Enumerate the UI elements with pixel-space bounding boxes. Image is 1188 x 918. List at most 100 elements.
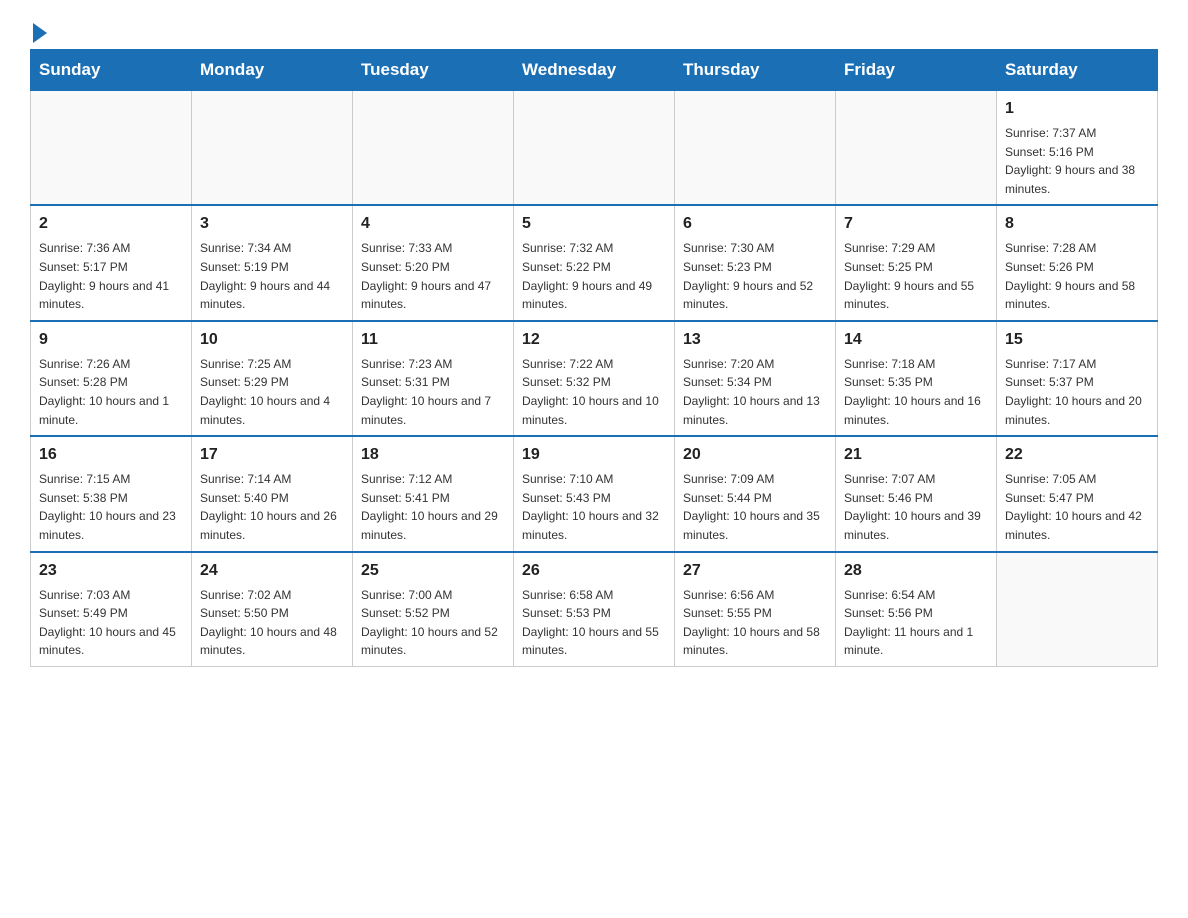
calendar-cell: 7 Sunrise: 7:29 AM Sunset: 5:25 PM Daylig… (836, 205, 997, 320)
day-number: 21 (844, 443, 988, 467)
day-info: Sunrise: 7:02 AM Sunset: 5:50 PM Dayligh… (200, 586, 344, 660)
calendar-cell: 8 Sunrise: 7:28 AM Sunset: 5:26 PM Daylig… (997, 205, 1158, 320)
calendar-cell: 17 Sunrise: 7:14 AM Sunset: 5:40 PM Dayli… (192, 436, 353, 551)
day-number: 3 (200, 212, 344, 236)
calendar-header-monday: Monday (192, 50, 353, 91)
day-info: Sunrise: 7:10 AM Sunset: 5:43 PM Dayligh… (522, 470, 666, 544)
calendar-cell: 24 Sunrise: 7:02 AM Sunset: 5:50 PM Dayli… (192, 552, 353, 667)
calendar-cell: 15Sunrise: 7:17 AM Sunset: 5:37 PM Dayli… (997, 321, 1158, 436)
day-info: Sunrise: 7:26 AM Sunset: 5:28 PM Dayligh… (39, 355, 183, 429)
logo-arrow-icon (33, 23, 47, 43)
calendar-cell: 27 Sunrise: 6:56 AM Sunset: 5:55 PM Dayli… (675, 552, 836, 667)
calendar-cell: 6Sunrise: 7:30 AM Sunset: 5:23 PM Daylig… (675, 205, 836, 320)
calendar-table: SundayMondayTuesdayWednesdayThursdayFrid… (30, 49, 1158, 667)
calendar-cell: 25 Sunrise: 7:00 AM Sunset: 5:52 PM Dayli… (353, 552, 514, 667)
calendar-header-wednesday: Wednesday (514, 50, 675, 91)
calendar-cell: 10Sunrise: 7:25 AM Sunset: 5:29 PM Dayli… (192, 321, 353, 436)
calendar-cell: 21 Sunrise: 7:07 AM Sunset: 5:46 PM Dayli… (836, 436, 997, 551)
day-number: 7 (844, 212, 988, 236)
day-info: Sunrise: 7:36 AM Sunset: 5:17 PM Dayligh… (39, 239, 183, 313)
day-number: 19 (522, 443, 666, 467)
day-number: 17 (200, 443, 344, 467)
calendar-cell: 14 Sunrise: 7:18 AM Sunset: 5:35 PM Dayli… (836, 321, 997, 436)
calendar-cell: 9 Sunrise: 7:26 AM Sunset: 5:28 PM Daylig… (31, 321, 192, 436)
calendar-cell: 28 Sunrise: 6:54 AM Sunset: 5:56 PM Dayli… (836, 552, 997, 667)
calendar-cell: 18 Sunrise: 7:12 AM Sunset: 5:41 PM Dayli… (353, 436, 514, 551)
day-number: 25 (361, 559, 505, 583)
day-info: Sunrise: 6:58 AM Sunset: 5:53 PM Dayligh… (522, 586, 666, 660)
calendar-week-row: 16 Sunrise: 7:15 AM Sunset: 5:38 PM Dayli… (31, 436, 1158, 551)
calendar-cell (192, 91, 353, 206)
day-number: 27 (683, 559, 827, 583)
day-info: Sunrise: 7:37 AM Sunset: 5:16 PM Dayligh… (1005, 124, 1149, 198)
header (30, 20, 1158, 39)
calendar-cell (836, 91, 997, 206)
day-number: 23 (39, 559, 183, 583)
day-number: 26 (522, 559, 666, 583)
day-number: 2 (39, 212, 183, 236)
day-info: Sunrise: 7:23 AM Sunset: 5:31 PM Dayligh… (361, 355, 505, 429)
calendar-cell (997, 552, 1158, 667)
day-info: Sunrise: 7:18 AM Sunset: 5:35 PM Dayligh… (844, 355, 988, 429)
calendar-header-saturday: Saturday (997, 50, 1158, 91)
day-info: Sunrise: 7:20 AM Sunset: 5:34 PM Dayligh… (683, 355, 827, 429)
day-info: Sunrise: 7:33 AM Sunset: 5:20 PM Dayligh… (361, 239, 505, 313)
day-number: 14 (844, 328, 988, 352)
calendar-cell: 4 Sunrise: 7:33 AM Sunset: 5:20 PM Daylig… (353, 205, 514, 320)
day-number: 16 (39, 443, 183, 467)
day-info: Sunrise: 7:15 AM Sunset: 5:38 PM Dayligh… (39, 470, 183, 544)
calendar-cell: 16 Sunrise: 7:15 AM Sunset: 5:38 PM Dayli… (31, 436, 192, 551)
day-info: Sunrise: 7:29 AM Sunset: 5:25 PM Dayligh… (844, 239, 988, 313)
calendar-header-sunday: Sunday (31, 50, 192, 91)
day-info: Sunrise: 7:34 AM Sunset: 5:19 PM Dayligh… (200, 239, 344, 313)
calendar-week-row: 1 Sunrise: 7:37 AM Sunset: 5:16 PM Daylig… (31, 91, 1158, 206)
calendar-week-row: 23 Sunrise: 7:03 AM Sunset: 5:49 PM Dayli… (31, 552, 1158, 667)
calendar-cell (31, 91, 192, 206)
calendar-header-row: SundayMondayTuesdayWednesdayThursdayFrid… (31, 50, 1158, 91)
day-number: 11 (361, 328, 505, 352)
day-info: Sunrise: 7:09 AM Sunset: 5:44 PM Dayligh… (683, 470, 827, 544)
calendar-cell: 2 Sunrise: 7:36 AM Sunset: 5:17 PM Daylig… (31, 205, 192, 320)
calendar-cell (353, 91, 514, 206)
day-info: Sunrise: 7:07 AM Sunset: 5:46 PM Dayligh… (844, 470, 988, 544)
logo (30, 20, 47, 39)
calendar-week-row: 2 Sunrise: 7:36 AM Sunset: 5:17 PM Daylig… (31, 205, 1158, 320)
calendar-cell: 12Sunrise: 7:22 AM Sunset: 5:32 PM Dayli… (514, 321, 675, 436)
calendar-cell: 3 Sunrise: 7:34 AM Sunset: 5:19 PM Daylig… (192, 205, 353, 320)
calendar-week-row: 9 Sunrise: 7:26 AM Sunset: 5:28 PM Daylig… (31, 321, 1158, 436)
calendar-header-tuesday: Tuesday (353, 50, 514, 91)
day-number: 15 (1005, 328, 1149, 352)
day-info: Sunrise: 7:22 AM Sunset: 5:32 PM Dayligh… (522, 355, 666, 429)
day-number: 9 (39, 328, 183, 352)
calendar-cell: 23 Sunrise: 7:03 AM Sunset: 5:49 PM Dayli… (31, 552, 192, 667)
day-number: 6 (683, 212, 827, 236)
day-number: 10 (200, 328, 344, 352)
calendar-cell: 13 Sunrise: 7:20 AM Sunset: 5:34 PM Dayli… (675, 321, 836, 436)
calendar-cell: 5Sunrise: 7:32 AM Sunset: 5:22 PM Daylig… (514, 205, 675, 320)
calendar-cell: 26 Sunrise: 6:58 AM Sunset: 5:53 PM Dayli… (514, 552, 675, 667)
calendar-header-thursday: Thursday (675, 50, 836, 91)
day-number: 13 (683, 328, 827, 352)
calendar-cell: 11 Sunrise: 7:23 AM Sunset: 5:31 PM Dayli… (353, 321, 514, 436)
day-info: Sunrise: 7:14 AM Sunset: 5:40 PM Dayligh… (200, 470, 344, 544)
calendar-cell: 19 Sunrise: 7:10 AM Sunset: 5:43 PM Dayli… (514, 436, 675, 551)
calendar-cell: 22Sunrise: 7:05 AM Sunset: 5:47 PM Dayli… (997, 436, 1158, 551)
calendar-header-friday: Friday (836, 50, 997, 91)
calendar-cell (675, 91, 836, 206)
day-number: 18 (361, 443, 505, 467)
day-info: Sunrise: 7:12 AM Sunset: 5:41 PM Dayligh… (361, 470, 505, 544)
day-info: Sunrise: 7:05 AM Sunset: 5:47 PM Dayligh… (1005, 470, 1149, 544)
day-info: Sunrise: 7:03 AM Sunset: 5:49 PM Dayligh… (39, 586, 183, 660)
day-number: 4 (361, 212, 505, 236)
day-number: 20 (683, 443, 827, 467)
day-number: 24 (200, 559, 344, 583)
calendar-cell: 1 Sunrise: 7:37 AM Sunset: 5:16 PM Daylig… (997, 91, 1158, 206)
calendar-cell (514, 91, 675, 206)
day-number: 1 (1005, 97, 1149, 121)
day-info: Sunrise: 7:28 AM Sunset: 5:26 PM Dayligh… (1005, 239, 1149, 313)
day-info: Sunrise: 7:00 AM Sunset: 5:52 PM Dayligh… (361, 586, 505, 660)
day-info: Sunrise: 6:54 AM Sunset: 5:56 PM Dayligh… (844, 586, 988, 660)
day-number: 28 (844, 559, 988, 583)
day-number: 8 (1005, 212, 1149, 236)
day-info: Sunrise: 6:56 AM Sunset: 5:55 PM Dayligh… (683, 586, 827, 660)
